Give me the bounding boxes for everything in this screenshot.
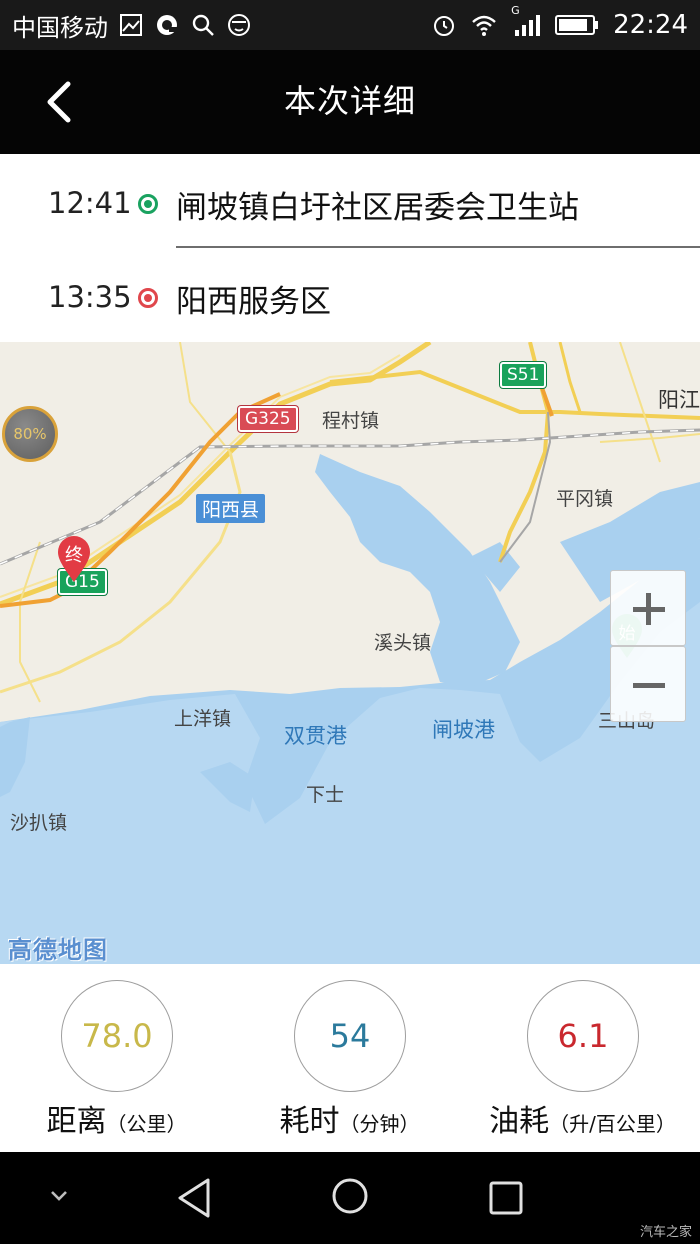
system-navigation-bar: 汽车之家 bbox=[0, 1152, 700, 1244]
hide-keyboard-icon[interactable] bbox=[46, 1186, 72, 1206]
page-title: 本次详细 bbox=[283, 82, 416, 120]
start-row: 12:41 闸坡镇白圩社区居委会卫生站 bbox=[0, 154, 700, 248]
town-label-shangyang: 上洋镇 bbox=[174, 708, 232, 730]
end-dot-icon bbox=[138, 288, 158, 308]
qq-icon bbox=[157, 15, 177, 35]
home-circle-icon[interactable] bbox=[330, 1176, 370, 1216]
water-label-zhapo: 闸坡港 bbox=[432, 718, 495, 742]
zoom-out-button[interactable] bbox=[610, 646, 686, 722]
clock-time: 22:24 bbox=[613, 10, 688, 40]
fuel-stat: 6.1 油耗（升/百公里） bbox=[466, 964, 699, 1152]
image-icon bbox=[120, 14, 142, 36]
city-label-yangjiang: 阳江 bbox=[658, 388, 700, 412]
end-place: 阳西服务区 bbox=[176, 284, 331, 320]
start-dot-icon bbox=[138, 194, 158, 214]
county-label: 阳西县 bbox=[196, 494, 266, 523]
network-type-label: G bbox=[511, 4, 520, 17]
trip-stats: 78.0 距离（公里） 54 耗时（分钟） 6.1 油耗（升/百公里） bbox=[0, 964, 700, 1152]
end-row: 13:35 阳西服务区 bbox=[0, 248, 700, 342]
status-bar: 中国移动 G 22:24 bbox=[0, 0, 700, 50]
recents-square-icon[interactable] bbox=[488, 1180, 524, 1216]
water-label-shuangguan: 双贯港 bbox=[284, 724, 347, 748]
distance-label: 距离（公里） bbox=[46, 1104, 187, 1139]
wifi-icon bbox=[472, 15, 496, 36]
duration-label: 耗时（分钟） bbox=[279, 1104, 420, 1139]
route-map[interactable]: 80% G325 S51 G15 程村镇 阳江 阳西县 平冈镇 溪头镇 上洋镇 … bbox=[0, 342, 700, 964]
signal-icon: G bbox=[511, 4, 541, 38]
route-summary: 12:41 闸坡镇白圩社区居委会卫生站 13:35 阳西服务区 bbox=[0, 154, 700, 342]
town-label-pinggang: 平冈镇 bbox=[556, 488, 614, 510]
alarm-icon bbox=[434, 16, 455, 36]
watermark: 汽车之家 bbox=[639, 1225, 692, 1240]
town-label-xiashi: 下士 bbox=[306, 784, 345, 806]
fuel-value: 6.1 bbox=[527, 980, 639, 1092]
highway-shield-s51: S51 bbox=[500, 362, 547, 388]
battery-percent-badge: 80% bbox=[2, 406, 58, 462]
town-label-shapa: 沙扒镇 bbox=[10, 812, 68, 834]
map-base bbox=[0, 342, 700, 964]
town-label-xitou: 溪头镇 bbox=[374, 632, 432, 654]
app-screen: 中国移动 G 22:24 本次详细 12:41 闸坡镇白圩社区居委会卫生站 13… bbox=[0, 0, 700, 1244]
face-icon bbox=[228, 14, 250, 36]
distance-value: 78.0 bbox=[61, 980, 173, 1092]
title-bar: 本次详细 bbox=[0, 50, 700, 154]
carrier-label: 中国移动 bbox=[12, 13, 108, 42]
distance-stat: 78.0 距离（公里） bbox=[0, 964, 233, 1152]
search-icon bbox=[192, 14, 214, 36]
zoom-in-button[interactable] bbox=[610, 570, 686, 646]
highway-shield-g325: G325 bbox=[238, 406, 298, 432]
fuel-label: 油耗（升/百公里） bbox=[489, 1104, 676, 1139]
end-marker[interactable]: 终 bbox=[56, 536, 92, 584]
end-marker-label: 终 bbox=[65, 545, 83, 566]
start-place: 闸坡镇白圩社区居委会卫生站 bbox=[176, 190, 579, 226]
start-time: 12:41 bbox=[48, 186, 132, 220]
duration-value: 54 bbox=[294, 980, 406, 1092]
town-label-chengcun: 程村镇 bbox=[322, 410, 380, 432]
battery-icon bbox=[555, 15, 599, 35]
duration-stat: 54 耗时（分钟） bbox=[233, 964, 466, 1152]
map-provider-logo: 高德地图 bbox=[8, 936, 108, 964]
end-time: 13:35 bbox=[48, 280, 132, 314]
back-triangle-icon[interactable] bbox=[174, 1176, 214, 1220]
